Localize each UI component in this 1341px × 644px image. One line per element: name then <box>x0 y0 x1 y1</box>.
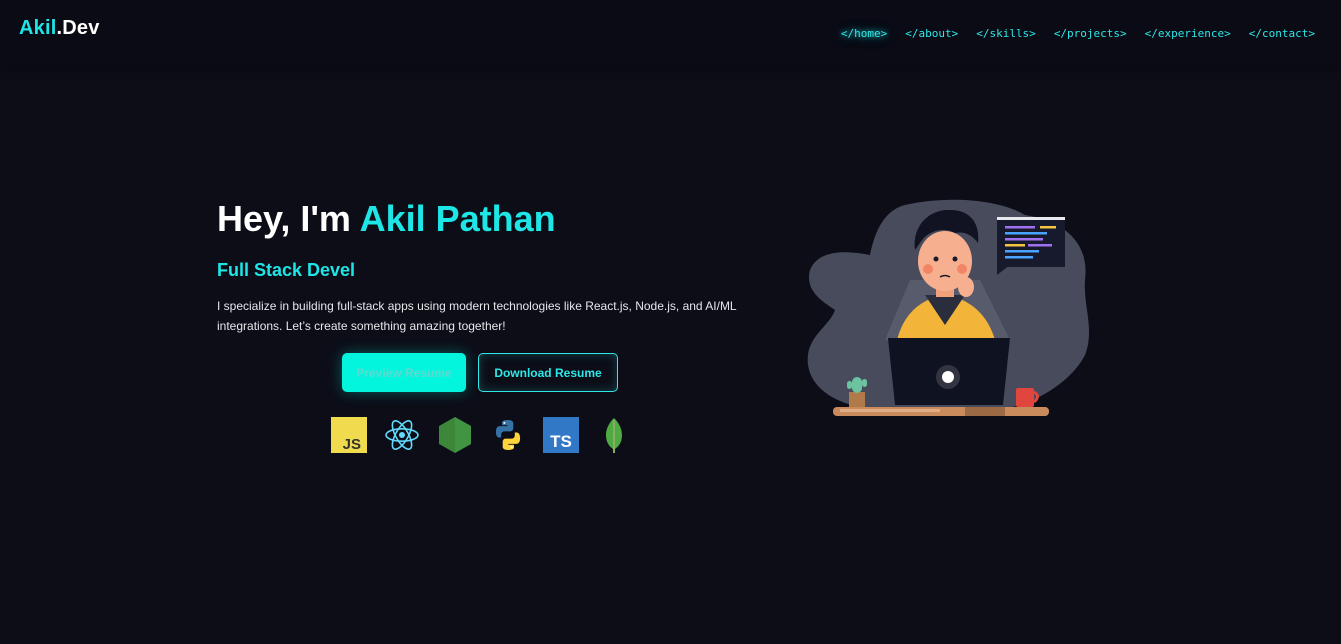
brand-logo-accent: Akil <box>19 17 57 39</box>
javascript-icon-label: JS <box>343 436 361 453</box>
brand-logo[interactable]: Akil.Dev <box>19 17 100 40</box>
mongodb-icon <box>606 418 622 453</box>
hero-description: I specialize in building full-stack apps… <box>217 299 737 333</box>
preview-resume-button[interactable]: Preview Resume <box>342 353 466 392</box>
typescript-icon: TS <box>543 417 579 453</box>
javascript-icon: JS <box>331 417 367 453</box>
react-icon <box>385 420 419 450</box>
hero-title: Hey, I'm Akil Pathan <box>217 198 556 240</box>
hero-subtitle: Full Stack Devel <box>217 260 356 280</box>
nav-link-experience[interactable]: </experience> <box>1145 27 1231 40</box>
cactus-plant <box>847 377 867 407</box>
typescript-icon-label: TS <box>550 432 572 451</box>
nav-link-projects[interactable]: </projects> <box>1054 27 1127 40</box>
tech-stack-icons: JS TS <box>330 416 633 454</box>
code-bubble <box>997 217 1065 275</box>
hero-name: Akil Pathan <box>359 198 556 239</box>
nodejs-icon <box>439 417 471 453</box>
brand-logo-rest: .Dev <box>56 17 100 39</box>
nav-link-contact[interactable]: </contact> <box>1249 27 1315 40</box>
python-icon <box>495 420 521 450</box>
navbar: Akil.Dev </home> </about> </skills> </pr… <box>0 0 1341 68</box>
hero-greeting: Hey, I'm <box>217 198 360 239</box>
laptop <box>888 338 1010 405</box>
nav-link-skills[interactable]: </skills> <box>976 27 1036 40</box>
nav-links: </home> </about> </skills> </projects> <… <box>841 27 1315 40</box>
download-resume-button[interactable]: Download Resume <box>478 353 618 392</box>
nav-link-home[interactable]: </home> <box>841 27 887 40</box>
developer-illustration <box>807 199 1090 416</box>
nav-link-about[interactable]: </about> <box>905 27 958 40</box>
